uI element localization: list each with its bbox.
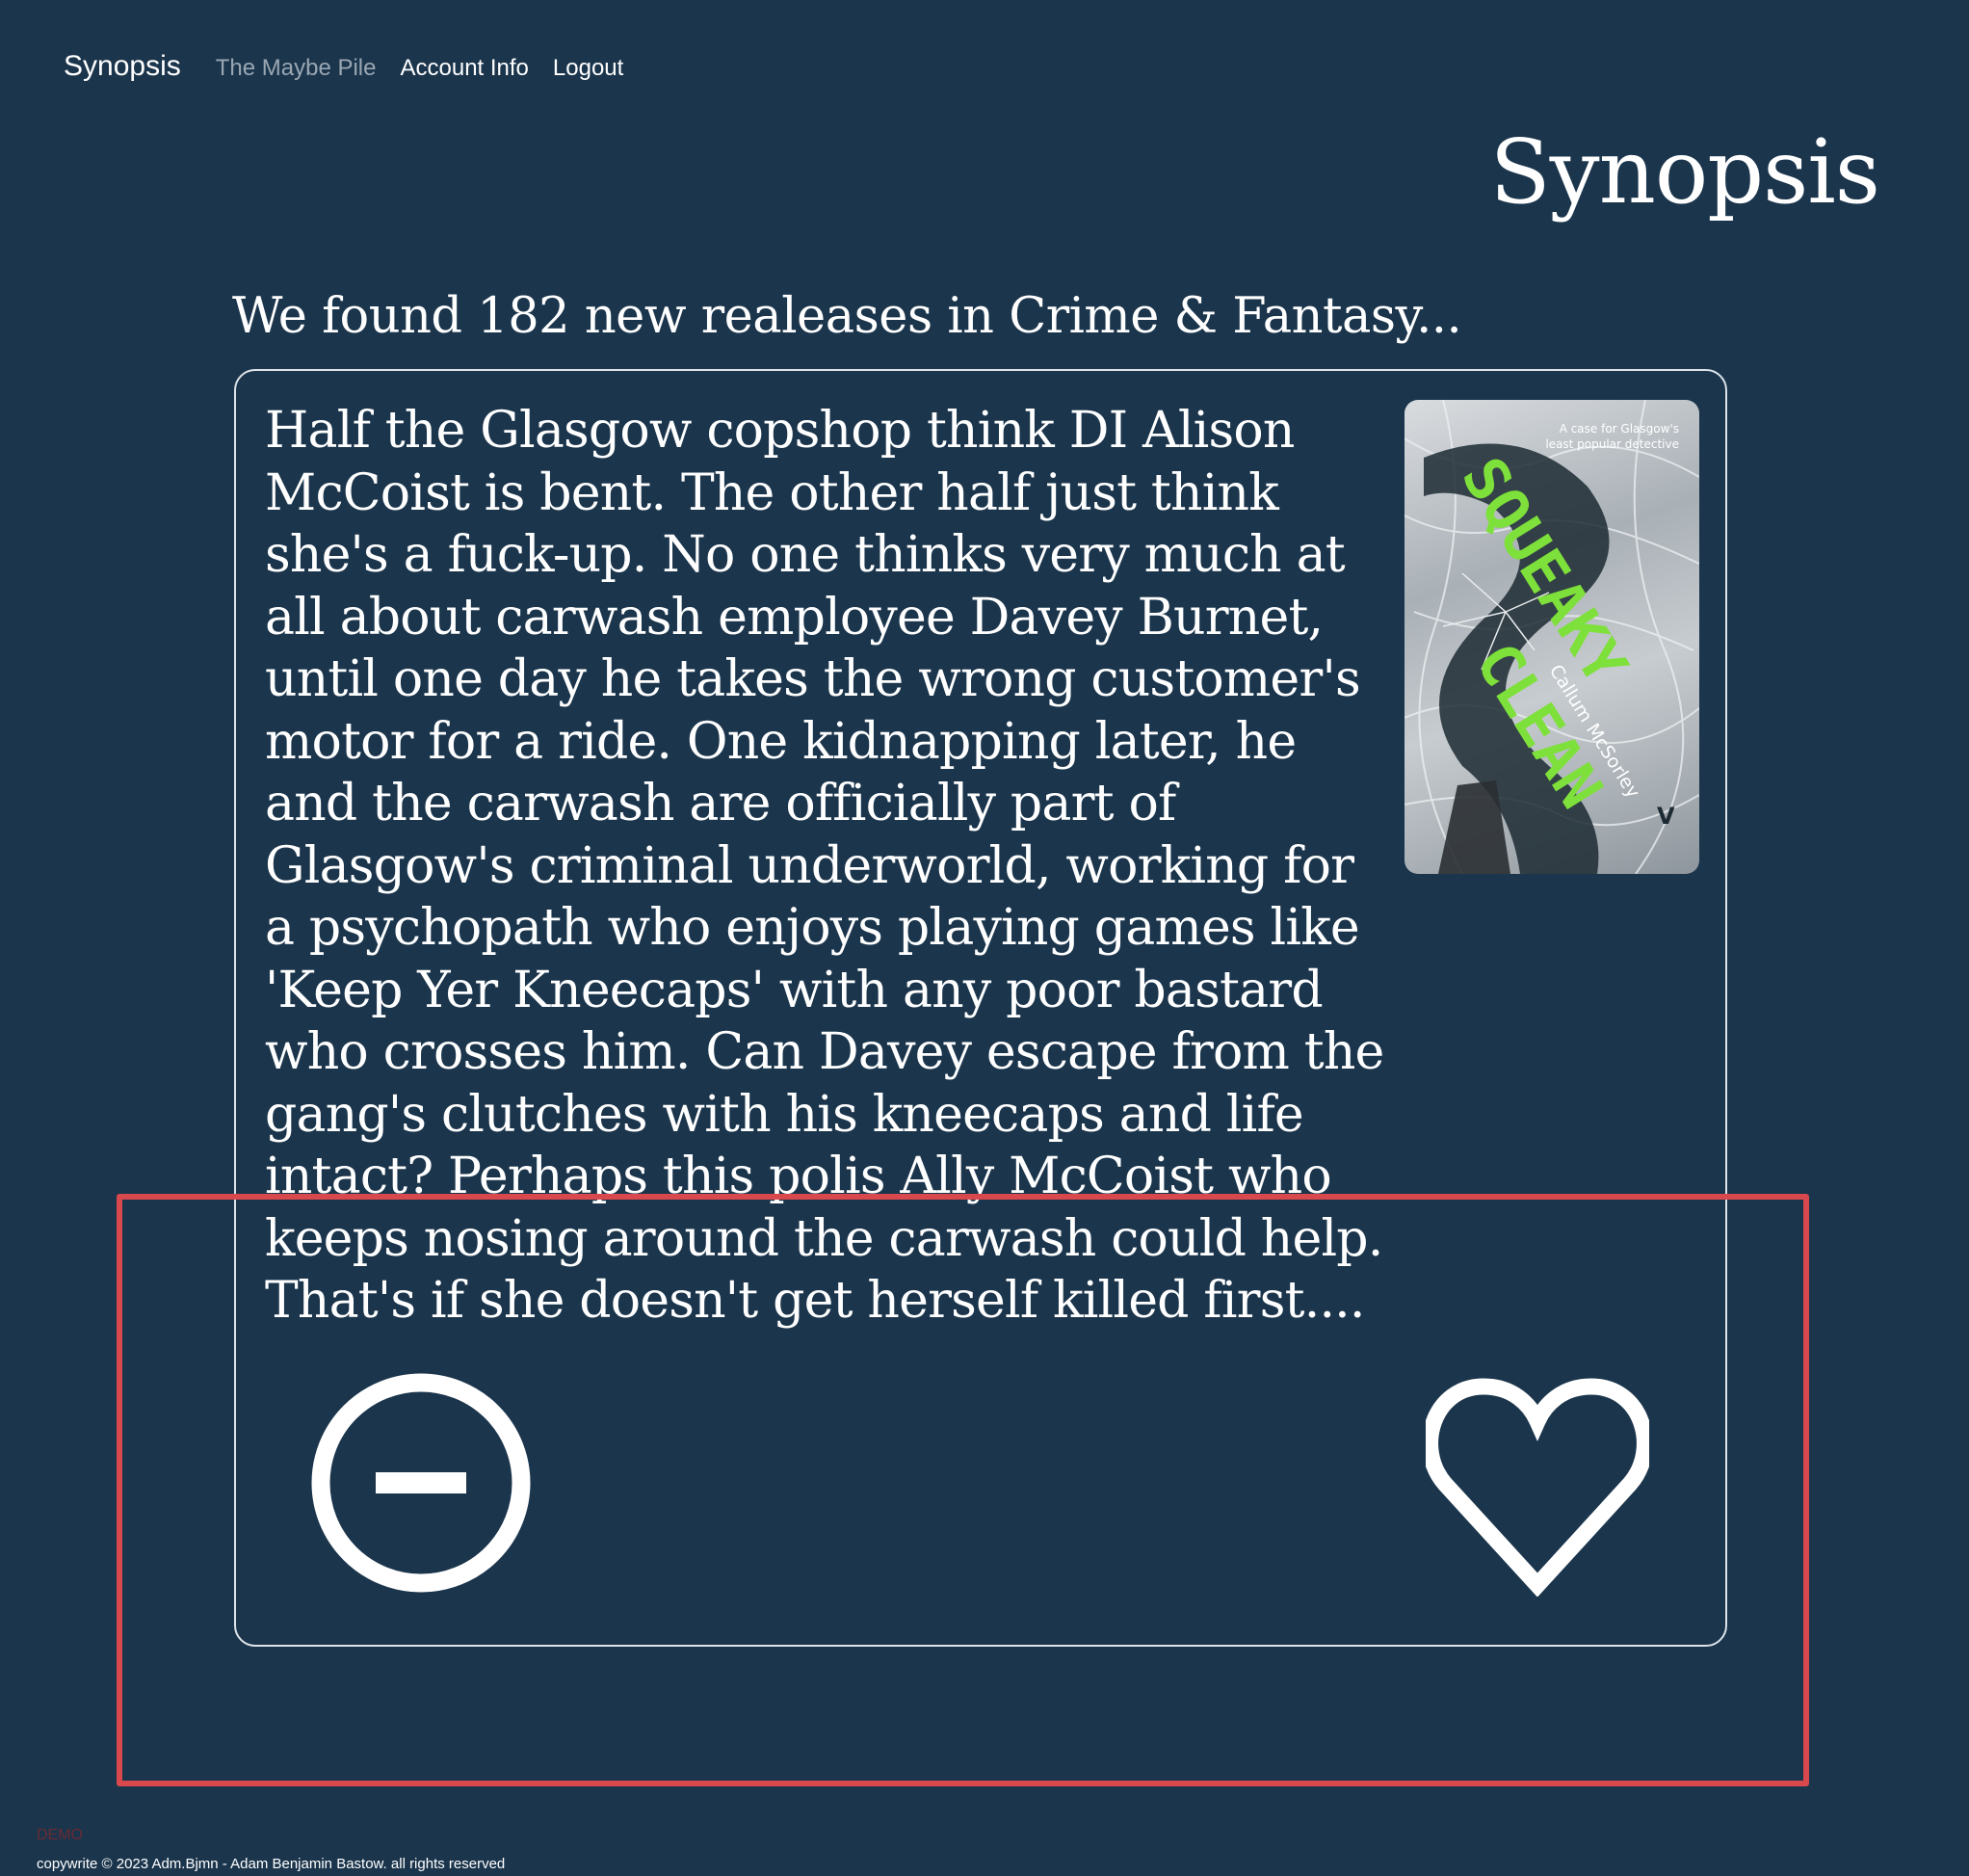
demo-label: DEMO xyxy=(37,1827,83,1843)
nav-link-maybe-pile[interactable]: The Maybe Pile xyxy=(216,55,377,82)
cover-publisher-mark: V xyxy=(1657,803,1675,830)
brand-link[interactable]: Synopsis xyxy=(64,50,181,83)
heart-outline-icon xyxy=(1422,1378,1653,1598)
nav-link-account-info[interactable]: Account Info xyxy=(400,55,528,82)
book-synopsis: Half the Glasgow copshop think DI Alison… xyxy=(265,402,1384,1330)
book-cover-art: A case for Glasgow's least popular detec… xyxy=(1405,400,1699,874)
results-heading: We found 182 new realeases in Crime & Fa… xyxy=(232,288,1462,345)
cover-tagline-line1: A case for Glasgow's xyxy=(1560,422,1679,436)
book-cover-image: A case for Glasgow's least popular detec… xyxy=(1405,400,1699,874)
reject-button[interactable] xyxy=(309,1371,533,1595)
footer-copyright: copywrite © 2023 Adm.Bjmn - Adam Benjami… xyxy=(37,1856,506,1872)
minus-circle-icon xyxy=(311,1373,531,1593)
top-navbar: Synopsis The Maybe Pile Account Info Log… xyxy=(64,50,647,83)
like-button[interactable] xyxy=(1422,1373,1653,1598)
cover-tagline-line2: least popular detective xyxy=(1545,437,1679,451)
book-card: Half the Glasgow copshop think DI Alison… xyxy=(234,369,1727,1647)
nav-link-logout[interactable]: Logout xyxy=(553,55,623,82)
page-title: Synopsis xyxy=(1489,120,1880,224)
